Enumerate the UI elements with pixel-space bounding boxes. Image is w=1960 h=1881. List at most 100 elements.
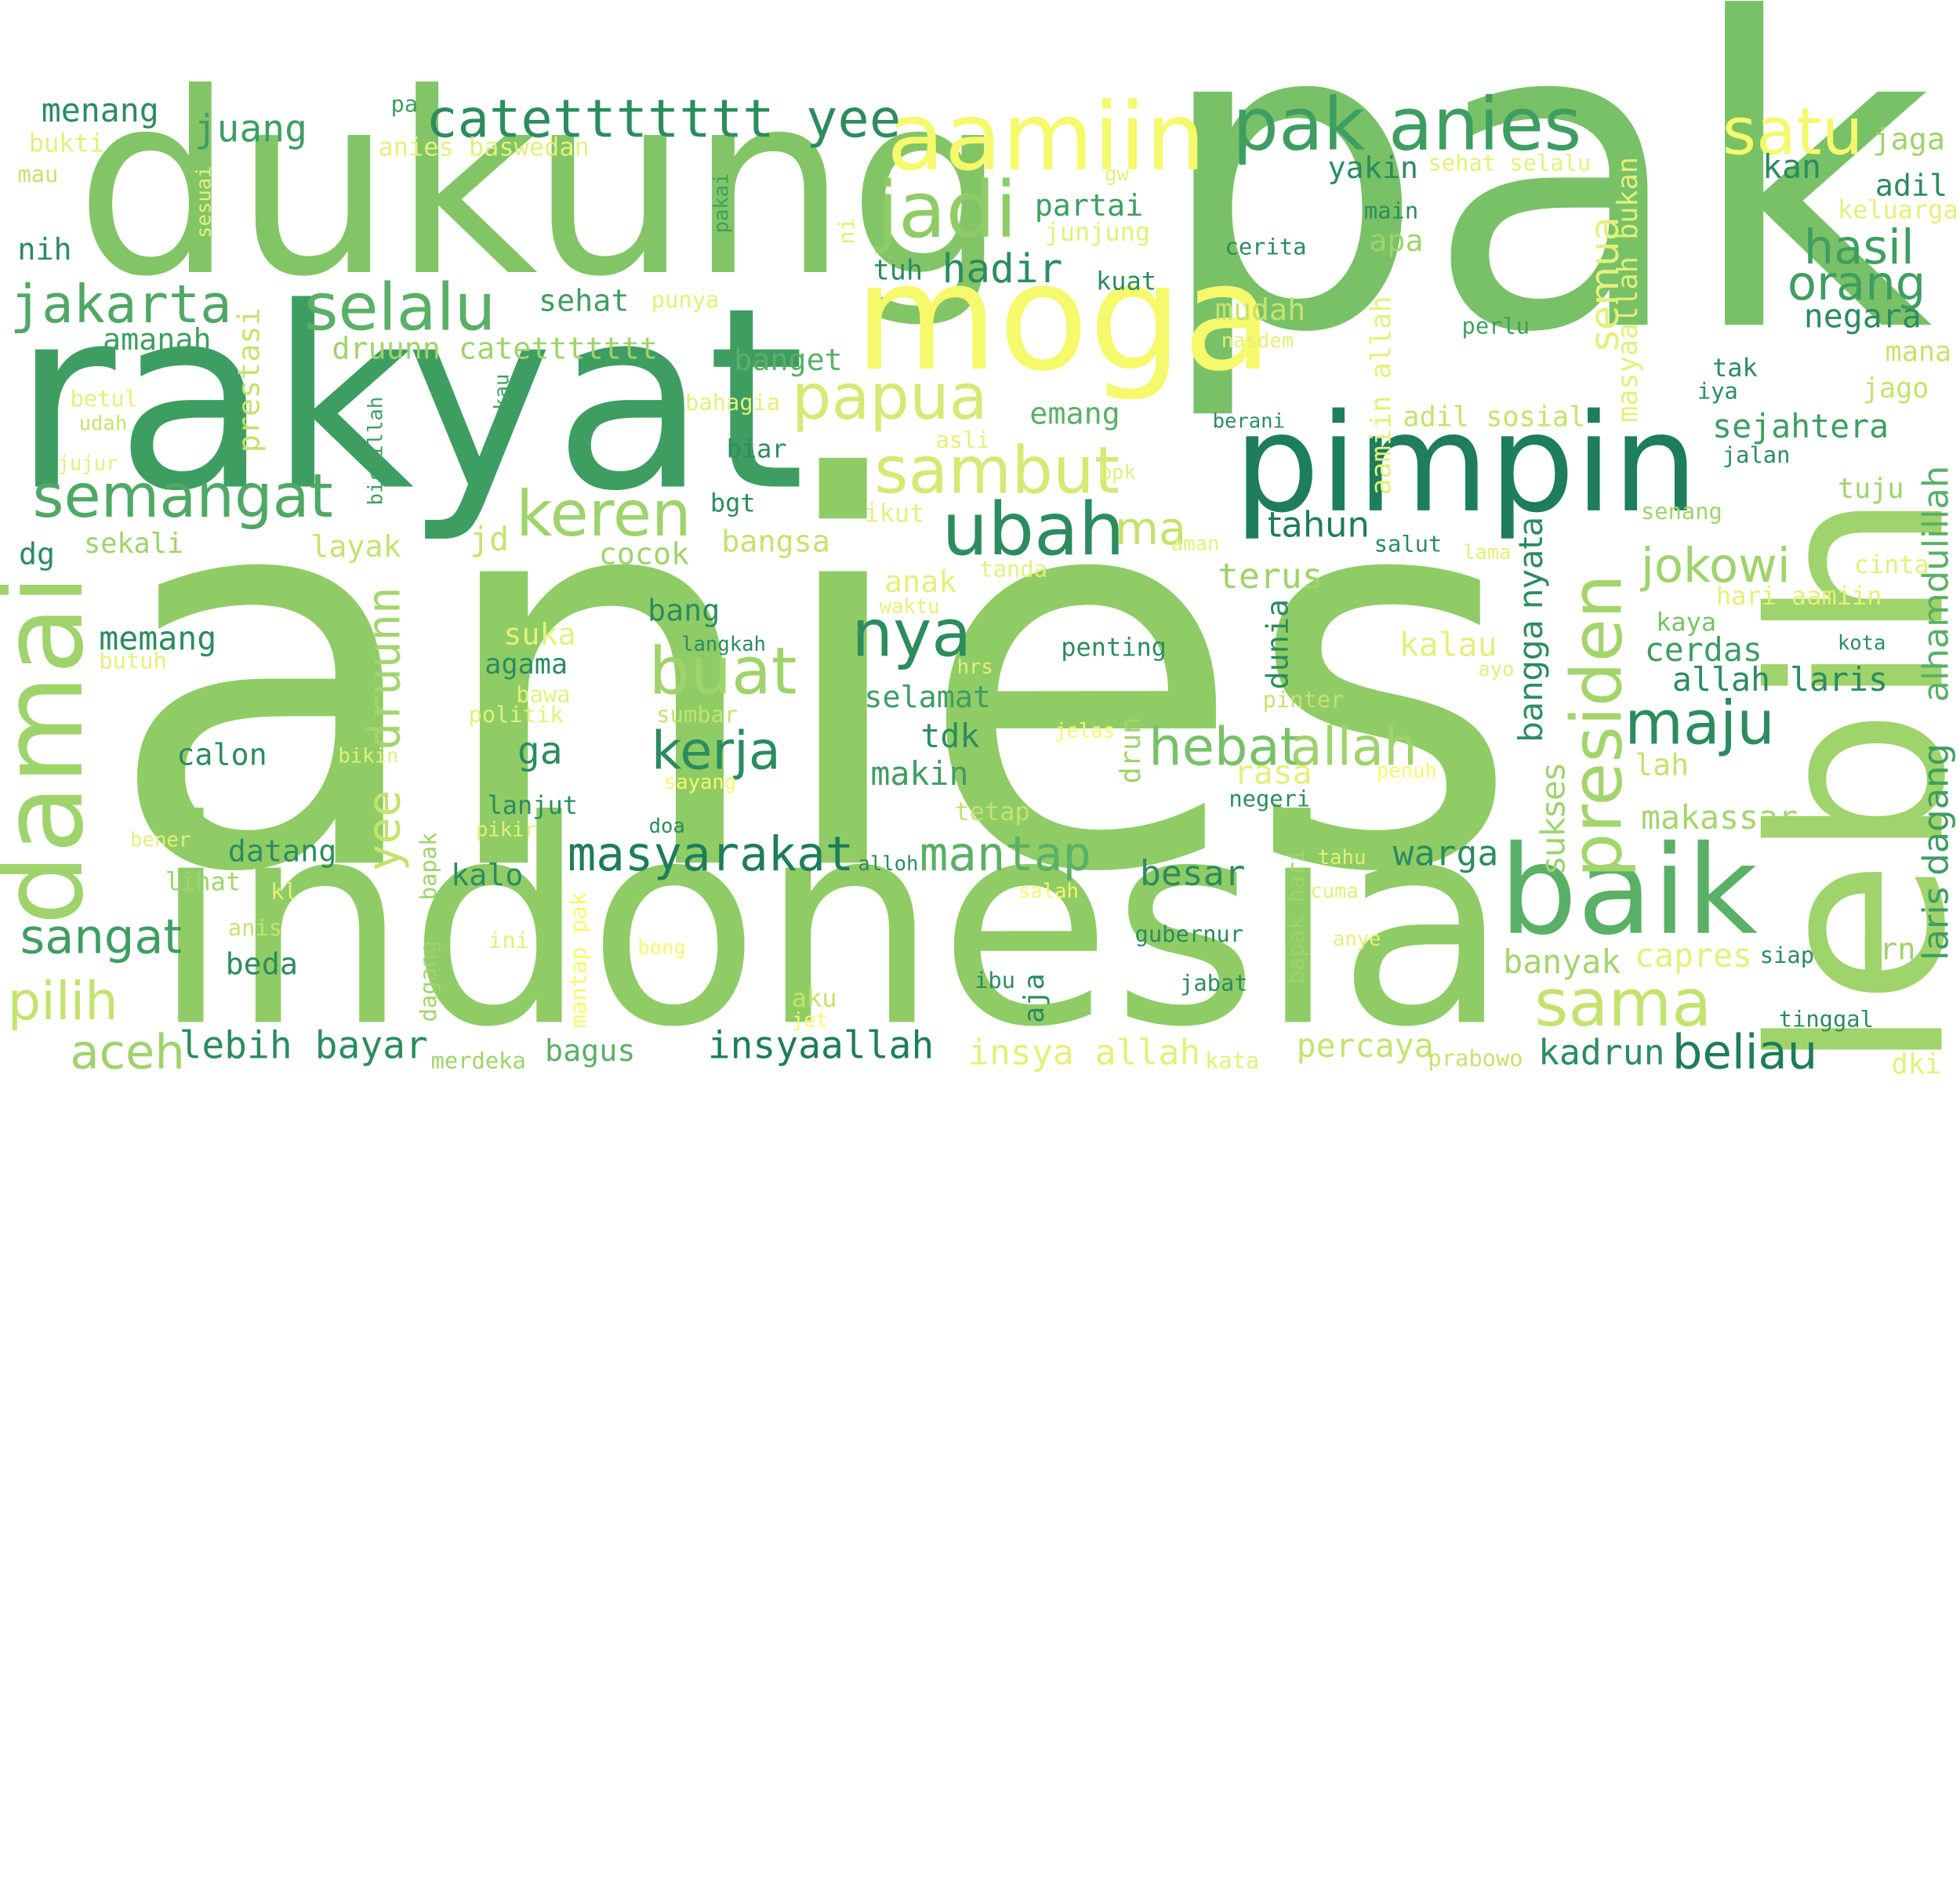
word-cuma: cuma: [1310, 879, 1359, 903]
word-sekali: sekali: [84, 528, 184, 561]
word-mantap-pak: mantap pak: [566, 892, 593, 1029]
word-layak: layak: [310, 528, 401, 565]
word-adil-sosial: adil sosial: [1403, 402, 1586, 434]
word-bahagia: bahagia: [684, 390, 781, 416]
word-lanjut: lanjut: [487, 790, 578, 820]
word-banyak: banyak: [1503, 944, 1621, 982]
word-dagang: dagang: [416, 940, 442, 1022]
word-calon: calon: [176, 737, 267, 773]
word-banget: banget: [734, 342, 843, 378]
word-pikir: pikir: [476, 817, 537, 842]
word-tuju: tuju: [1837, 474, 1904, 506]
word-jelas: jelas: [1054, 718, 1116, 743]
word-cloud: anies pak indonesia dukung rakyat lebih …: [0, 0, 1960, 1881]
word-mantap: mantap: [919, 826, 1092, 882]
word-juang: juang: [194, 107, 307, 152]
word-bong: bong: [637, 935, 686, 960]
word-lihat: lihat: [165, 866, 241, 897]
word-kaya: kaya: [1656, 607, 1717, 637]
word-salut: salut: [1374, 532, 1443, 558]
word-tahu: tahu: [1317, 844, 1367, 870]
word-beda: beda: [225, 946, 298, 982]
word-apa: apa: [1369, 223, 1424, 259]
word-tuh: tuh: [873, 256, 924, 288]
word-bapak-hari: bapak hari: [1283, 848, 1311, 985]
word-bismillah: bismillah: [363, 396, 387, 506]
word-doa: doa: [648, 813, 685, 838]
word-hadir: hadir: [942, 244, 1063, 292]
word-selamat: selamat: [864, 679, 992, 715]
word-merdeka: merdeka: [430, 1048, 526, 1075]
word-ubah: ubah: [942, 486, 1125, 572]
word-prabowo: prabowo: [1428, 1045, 1523, 1073]
word-ga: ga: [517, 729, 563, 774]
word-alloh: alloh: [858, 851, 919, 876]
word-betul: betul: [70, 386, 139, 413]
word-gw: gw: [1105, 162, 1129, 186]
word-drun: drun: [1116, 717, 1148, 784]
word-makin: makin: [870, 756, 969, 794]
word-mana: mana: [1885, 337, 1952, 369]
word-main: main: [1363, 198, 1419, 225]
word-presiden: presiden: [1556, 574, 1639, 878]
word-nih: nih: [17, 231, 72, 267]
word-allah-laris: allah laris: [1671, 662, 1889, 700]
word-anye: anye: [1332, 926, 1381, 951]
word-lama: lama: [1463, 540, 1512, 565]
word-tanda: tanda: [979, 557, 1047, 583]
word-rasa: rasa: [1233, 754, 1312, 793]
word-druunn: druunn: [359, 586, 412, 750]
word-lebih-bayar: lebih bayar: [179, 1024, 428, 1069]
word-bener: bener: [130, 827, 191, 852]
word-dg: dg: [18, 536, 56, 572]
word-krn: krn: [1861, 931, 1916, 967]
word-jaga: jaga: [1872, 122, 1945, 157]
word-maju: maju: [1624, 688, 1775, 759]
word-tinggal: tinggal: [1778, 1007, 1874, 1033]
word-dunia: dunia: [1260, 599, 1296, 690]
word-suka: suka: [503, 616, 576, 652]
word-bapak: bapak: [416, 832, 442, 901]
word-insya-allah: insya allah: [968, 1032, 1201, 1073]
word-terus: terus: [1217, 555, 1323, 597]
word-ni: ni: [834, 217, 861, 245]
word-sayang: sayang: [663, 769, 737, 794]
word-besar: besar: [1139, 852, 1246, 895]
word-pilih: pilih: [7, 970, 118, 1033]
word-asli: asli: [935, 427, 990, 454]
word-bangga-nyata: bangga nyata: [1513, 516, 1551, 743]
word-nasdem: nasdem: [1221, 328, 1294, 353]
word-agama: agama: [485, 649, 568, 681]
word-gubernur: gubernur: [1134, 921, 1244, 948]
word-bangsa: bangsa: [721, 524, 830, 560]
word-salah: salah: [1018, 879, 1079, 903]
word-anies-baswedan: anies baswedan: [378, 131, 590, 162]
word-bang: bang: [648, 593, 720, 629]
word-pak-anies: pak anies: [1232, 81, 1582, 167]
word-mudah: mudah: [1214, 292, 1306, 328]
word-keluarga: keluarga: [1837, 194, 1958, 225]
word-udah: udah: [78, 411, 128, 435]
word-butuh: butuh: [99, 648, 167, 675]
word-pinter: pinter: [1262, 687, 1345, 714]
word-kau: kau: [489, 373, 514, 410]
word-percaya: percaya: [1296, 1028, 1434, 1066]
word-laris-dagang: laris dagang: [1915, 743, 1957, 960]
word-druunn-catettttttt: druunn catettttttt: [332, 331, 658, 366]
word-amanah: amanah: [103, 321, 212, 358]
word-makassar: makassar: [1640, 800, 1798, 838]
word-sangat: sangat: [20, 909, 183, 964]
word-yakin: yakin: [1327, 150, 1418, 186]
word-datang: datang: [227, 833, 337, 870]
word-senang: senang: [1640, 499, 1722, 526]
word-waktu: waktu: [879, 594, 940, 619]
word-sesuai: sesuai: [191, 165, 216, 238]
word-jd: jd: [470, 521, 510, 560]
word-semangat: semangat: [32, 461, 333, 532]
word-sukses: sukses: [1535, 763, 1573, 874]
word-sumbar: sumbar: [656, 702, 739, 729]
word-jet: jet: [791, 1008, 828, 1033]
word-aku: aku: [791, 982, 837, 1014]
word-masyaallah-bukan: masyaallah bukan: [1613, 157, 1645, 423]
word-langkah: langkah: [681, 631, 766, 656]
